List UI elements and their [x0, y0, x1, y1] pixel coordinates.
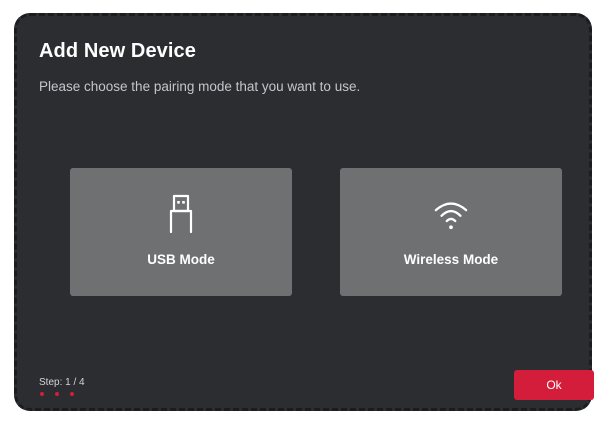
- step-dot: [70, 392, 74, 396]
- usb-mode-option[interactable]: USB Mode: [70, 168, 292, 296]
- wifi-icon: [433, 193, 469, 235]
- step-dot: [40, 392, 44, 396]
- usb-plug-icon: [163, 193, 199, 235]
- wireless-mode-option[interactable]: Wireless Mode: [340, 168, 562, 296]
- ok-button[interactable]: Ok: [514, 370, 594, 400]
- step-indicator-text: Step: 1 / 4: [39, 377, 85, 388]
- step-progress-dots: [40, 392, 74, 396]
- add-device-dialog: Add New Device Please choose the pairing…: [14, 13, 594, 411]
- usb-mode-label: USB Mode: [147, 252, 215, 267]
- step-dot: [55, 392, 59, 396]
- dialog-title: Add New Device: [39, 40, 197, 62]
- wireless-mode-label: Wireless Mode: [403, 252, 499, 267]
- dialog-subtitle: Please choose the pairing mode that you …: [39, 79, 361, 94]
